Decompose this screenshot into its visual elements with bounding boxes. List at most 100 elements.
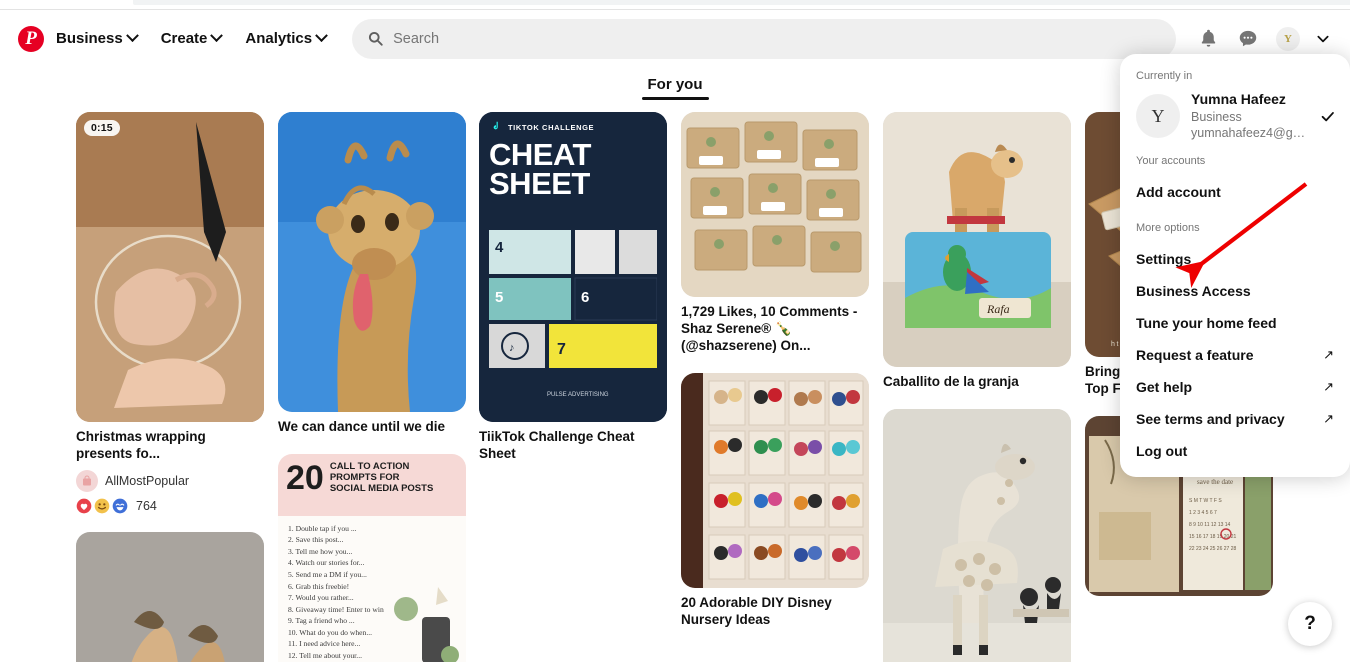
account-info: Yumna Hafeez Business yumnahafeez4@gma..… [1191,91,1309,141]
account-type: Business [1191,109,1242,124]
notifications-button[interactable] [1188,19,1228,59]
cta-prompt-item: 4. Watch our stories for... [288,558,365,568]
creator-name: AllMostPopular [105,473,190,488]
svg-text:4: 4 [495,239,504,256]
svg-text:5: 5 [495,289,503,306]
bell-icon [1201,29,1215,47]
menu-item-business-access[interactable]: Business Access [1120,275,1350,307]
creator-avatar-icon [76,469,98,492]
pin-title: 1,729 Likes, 10 Comments - Shaz Serene® … [681,304,858,353]
browser-chrome-strip [0,0,1350,6]
account-avatar-letter: Y [1151,105,1165,126]
more-options-label: More options [1136,222,1200,234]
pin-image[interactable]: Rafa [883,112,1071,367]
smile-reaction-icon [94,498,110,514]
nav-analytics-label: Analytics [245,30,313,47]
disney-ears-wall-photo [681,372,869,588]
help-button[interactable]: ? [1288,602,1332,646]
account-name: Yumna Hafeez [1191,91,1286,107]
pin-card[interactable] [76,531,264,662]
nav-business-label: Business [56,30,123,47]
current-account-row[interactable]: Y Yumna Hafeez Business yumnahafeez4@gma… [1120,91,1350,141]
svg-text:1 2 3 4 5 6 7: 1 2 3 4 5 6 7 [1189,510,1217,516]
svg-text:7: 7 [557,341,566,358]
cta-prompt-item: 1. Double tap if you ... [288,523,357,533]
pin-image[interactable] [681,372,869,588]
feed-column-5: Rafa Caballito de la granja [883,112,1071,662]
cta-number: 20 [286,458,324,497]
pin-reactions[interactable]: 764 [76,498,264,514]
avatar-letter: Y [1284,32,1292,45]
pin-card[interactable]: 0:15 Christmas wrapping presents fo... A… [76,112,264,514]
svg-text:Rafa: Rafa [986,302,1010,316]
tab-active-underline [641,97,709,100]
pinterest-app: P Business Create Analytics Search Y For… [0,0,1350,662]
menu-item-label: Settings [1136,251,1192,267]
add-account-button[interactable]: Add account [1120,176,1350,208]
kraft-envelopes-photo [681,112,869,297]
search-placeholder: Search [393,30,440,47]
farm-horse-cake-photo: Rafa [883,112,1071,367]
account-avatar-button[interactable]: Y [1268,19,1308,59]
pin-card[interactable] [883,408,1071,662]
pin-title: We can dance until we die [278,419,446,434]
menu-item-label: Business Access [1136,283,1251,299]
pin-image[interactable]: 0:15 [76,112,264,422]
pin-image[interactable] [278,112,466,412]
pin-title: TiikTok Challenge Cheat Sheet [479,429,635,461]
pin-card[interactable]: TIKTOK CHALLENGE CHEAT SHEET 4 5 6 7 ♪ P… [479,112,667,463]
tab-for-you-label: For you [647,76,703,93]
menu-item-label: Tune your home feed [1136,315,1277,331]
svg-text:22 23 24 25 26 27 28: 22 23 24 25 26 27 28 [1189,546,1236,552]
help-button-label: ? [1304,613,1316,634]
menu-item-request-a-feature[interactable]: Request a feature ↗ [1120,339,1350,371]
tab-for-you[interactable]: For you [641,72,709,103]
chevron-down-icon [125,29,139,43]
pin-creator[interactable]: AllMostPopular [76,469,264,492]
chevron-down-icon [315,29,328,43]
nav-create[interactable]: Create [149,22,234,55]
menu-item-label: Log out [1136,443,1188,459]
chevron-down-icon [1317,35,1329,42]
nav-analytics[interactable]: Analytics [233,22,338,55]
pin-title: Christmas wrapping presents fo... [76,429,206,461]
menu-item-log-out[interactable]: Log out [1120,435,1350,467]
feed-column-2: We can dance until we die 20 CALL TO ACT… [278,112,466,662]
search-input[interactable]: Search [352,18,1176,59]
currently-in-label: Currently in [1136,70,1193,82]
pin-image[interactable]: 20 CALL TO ACTION PROMPTS FOR SOCIAL MED… [278,453,466,662]
menu-spacer [1120,141,1350,155]
feed-column-1: 0:15 Christmas wrapping presents fo... A… [76,112,264,662]
pin-card[interactable]: 20 Adorable DIY Disney Nursery Ideas [681,372,869,629]
account-email: yumnahafeez4@gma... [1191,125,1310,140]
menu-spacer [1120,208,1350,222]
search-icon [369,31,383,46]
pin-card[interactable]: 20 CALL TO ACTION PROMPTS FOR SOCIAL MED… [278,453,466,662]
tiktok-icon [493,121,498,130]
pin-image[interactable] [76,531,264,662]
feed-column-4: 1,729 Likes, 10 Comments - Shaz Serene® … [681,112,869,646]
menu-item-get-help[interactable]: Get help ↗ [1120,371,1350,403]
giraffe-sculpture-photo [883,408,1071,662]
svg-text:8 9 10 11 12 13 14: 8 9 10 11 12 13 14 [1189,522,1231,528]
pin-card[interactable]: We can dance until we die [278,112,466,436]
cta-prompt-item: 3. Tell me how you... [288,546,353,556]
account-menu-toggle[interactable] [1308,24,1338,54]
pin-card[interactable]: Rafa Caballito de la granja [883,112,1071,391]
menu-item-see-terms-and-privacy[interactable]: See terms and privacy ↗ [1120,403,1350,435]
menu-item-settings[interactable]: Settings [1120,243,1350,275]
pin-image[interactable] [883,408,1071,662]
pin-image[interactable] [681,112,869,297]
messages-button[interactable] [1228,19,1268,59]
heart-reaction-icon [76,498,92,514]
desk-props-illustration [394,586,459,662]
external-link-icon: ↗ [1323,347,1334,362]
pin-image[interactable]: TIKTOK CHALLENGE CHEAT SHEET 4 5 6 7 ♪ P… [479,112,667,422]
nav-business[interactable]: Business [44,22,149,55]
pinterest-logo-icon[interactable]: P [18,25,44,52]
tiktok-brand-label: TIKTOK CHALLENGE [508,122,595,132]
tiktok-tips-grid: 4 5 6 7 ♪ PULSE ADVERTISING [489,230,657,410]
pin-card[interactable]: 1,729 Likes, 10 Comments - Shaz Serene® … [681,112,869,355]
menu-item-tune-your-home-feed[interactable]: Tune your home feed [1120,307,1350,339]
wrapping-paper-photo [76,112,264,422]
